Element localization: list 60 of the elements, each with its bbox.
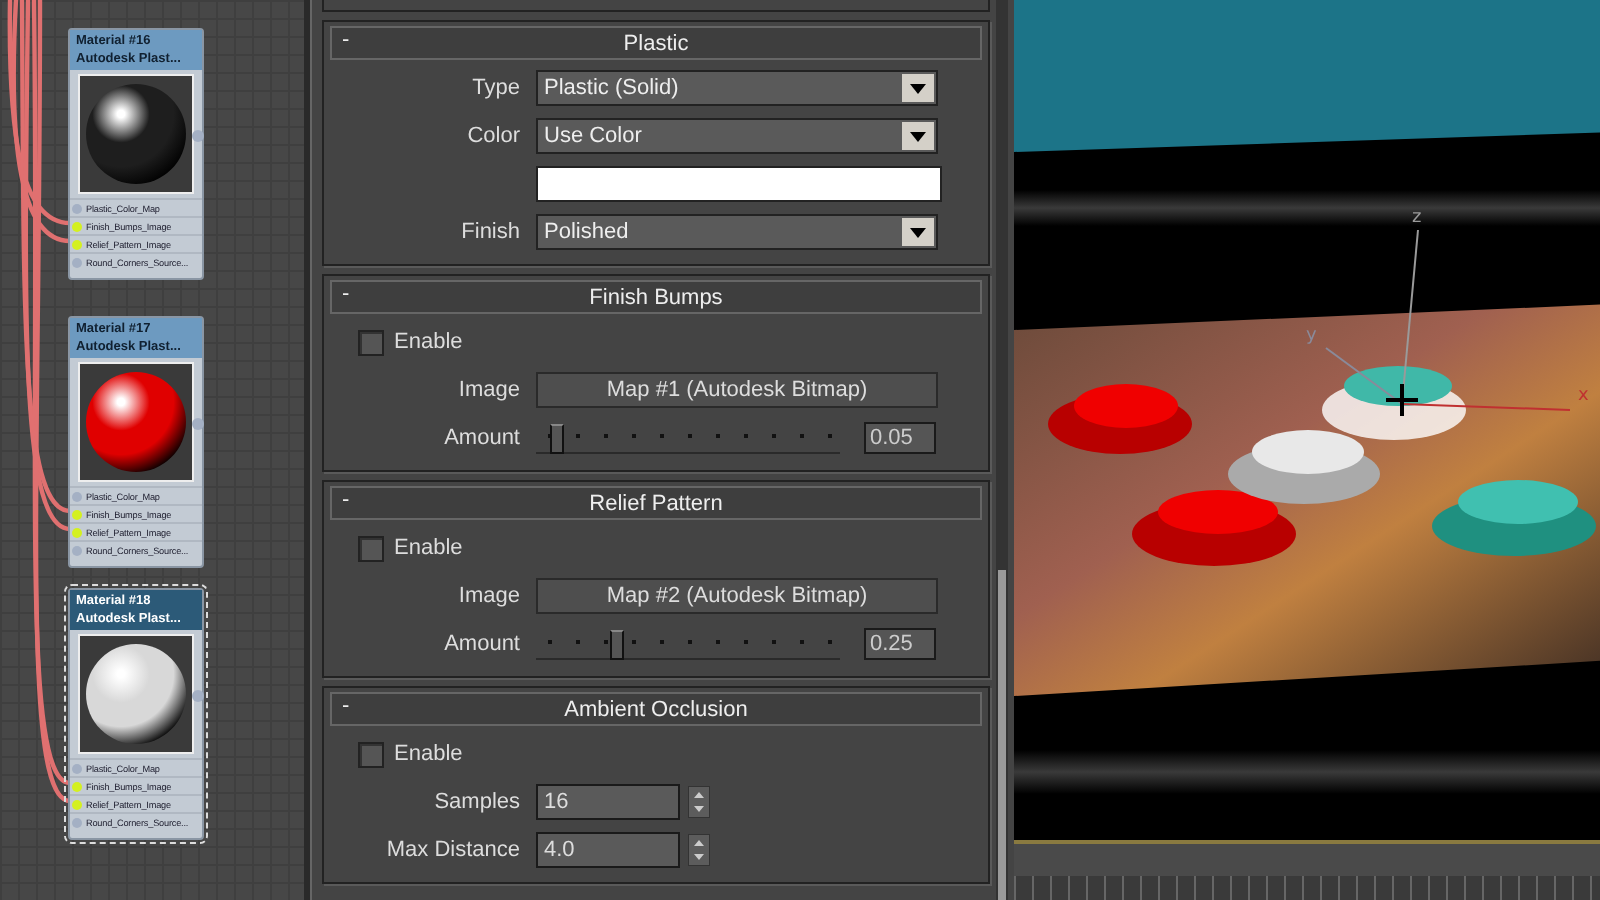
caret-icon [902, 122, 934, 150]
axis-label: y [1306, 326, 1317, 346]
scrollbar[interactable] [996, 0, 1008, 900]
field-label: Image [456, 584, 520, 608]
field-label: Samples [432, 790, 520, 814]
amount-field[interactable]: 0.05 [864, 422, 936, 454]
amount-field[interactable]: 0.25 [864, 628, 936, 660]
port-socket-icon[interactable] [72, 799, 82, 809]
output-socket-icon[interactable] [192, 130, 204, 142]
field-label: Image [456, 378, 520, 402]
output-socket-icon[interactable] [192, 418, 204, 430]
field-label: Amount [442, 632, 520, 656]
dropdown[interactable]: Plastic (Solid) [536, 70, 938, 106]
slider-thumb[interactable] [610, 629, 624, 659]
timeline-ruler[interactable] [1014, 876, 1600, 900]
map-button[interactable]: Map #2 (Autodesk Bitmap) [536, 578, 938, 614]
number-field[interactable]: 4.0 [536, 832, 680, 868]
field-label: Amount [442, 426, 520, 450]
port-socket-icon[interactable] [72, 203, 82, 213]
slider-track[interactable] [536, 629, 840, 659]
rollout-header[interactable]: - Relief Pattern [330, 486, 982, 520]
port-socket-icon[interactable] [72, 491, 82, 501]
axis-label: z [1412, 208, 1422, 228]
port-socket-icon[interactable] [72, 763, 82, 773]
checkbox-label: Enable [394, 536, 463, 560]
slider-thumb[interactable] [550, 423, 565, 453]
checkbox[interactable] [358, 741, 384, 767]
caret-icon [902, 218, 934, 246]
port-socket-icon[interactable] [72, 239, 82, 249]
spinner-arrows-icon[interactable] [688, 786, 710, 818]
checkbox[interactable] [358, 535, 384, 561]
checkbox-label: Enable [394, 742, 463, 766]
checkbox[interactable] [358, 329, 384, 355]
rollout-header[interactable]: - Finish Bumps [330, 280, 982, 314]
port-socket-icon[interactable] [72, 221, 82, 231]
port-socket-icon[interactable] [72, 509, 82, 519]
port-socket-icon[interactable] [72, 781, 82, 791]
number-field[interactable]: 16 [536, 784, 680, 820]
rollout-header[interactable]: - Plastic [330, 26, 982, 60]
timeline-bar[interactable] [1014, 840, 1600, 880]
port-socket-icon[interactable] [72, 257, 82, 267]
field-label: Color [465, 124, 520, 148]
field-label: Type [470, 76, 520, 100]
caret-icon [902, 74, 934, 102]
port-socket-icon[interactable] [72, 817, 82, 827]
slider-track[interactable] [536, 423, 840, 453]
transform-gizmo[interactable] [1325, 229, 1571, 418]
port-socket-icon[interactable] [72, 527, 82, 537]
dropdown[interactable]: Polished [536, 214, 938, 250]
port-socket-icon[interactable] [72, 545, 82, 555]
color-swatch[interactable] [536, 166, 942, 202]
field-label: Max Distance [384, 838, 520, 862]
output-socket-icon[interactable] [192, 690, 204, 702]
checkbox-label: Enable [394, 330, 463, 354]
field-label: Finish [459, 220, 520, 244]
map-button[interactable]: Map #1 (Autodesk Bitmap) [536, 372, 938, 408]
axis-label: x [1578, 386, 1589, 406]
dropdown[interactable]: Use Color [536, 118, 938, 154]
spinner-arrows-icon[interactable] [688, 834, 710, 866]
rollout-header[interactable]: - Ambient Occlusion [330, 692, 982, 726]
